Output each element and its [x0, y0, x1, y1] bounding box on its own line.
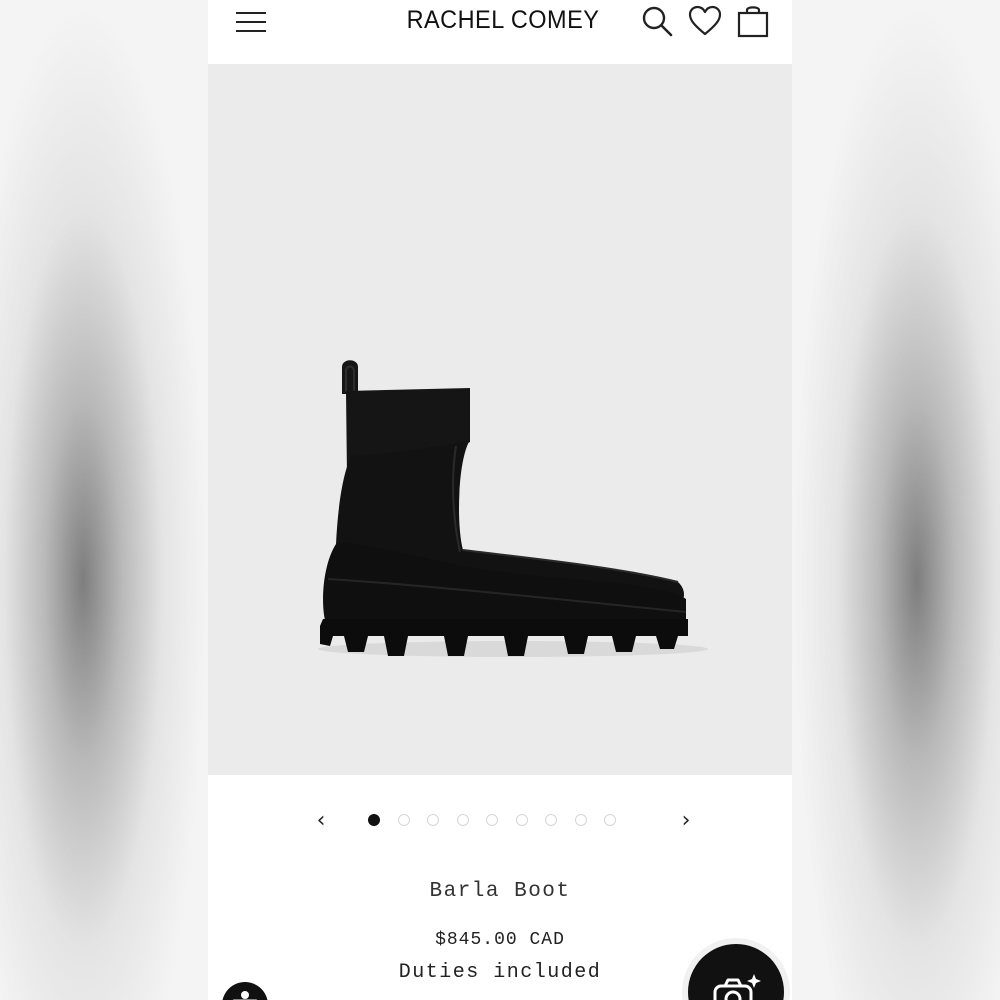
- carousel-dot[interactable]: [515, 814, 528, 826]
- heart-icon[interactable]: [688, 4, 722, 38]
- carousel-dot[interactable]: [574, 814, 587, 826]
- carousel-dots: [368, 814, 616, 830]
- hamburger-menu-icon[interactable]: [234, 8, 268, 38]
- mobile-page: RACHEL COMEY ‹ › Barla Boot $845.00 CAD …: [208, 0, 792, 1000]
- site-header: RACHEL COMEY: [208, 0, 792, 65]
- camera-sparkle-icon[interactable]: [688, 944, 784, 1000]
- image-carousel-nav: ‹ ›: [208, 800, 792, 844]
- carousel-dot[interactable]: [545, 814, 557, 826]
- brand-logo[interactable]: RACHEL COMEY: [404, 6, 601, 35]
- shopping-bag-icon[interactable]: [736, 4, 770, 38]
- chevron-left-icon[interactable]: ‹: [308, 808, 334, 834]
- product-name: Barla Boot: [429, 880, 571, 903]
- background-blur-right: [792, 0, 1000, 1000]
- boot-photo: [318, 360, 708, 657]
- chevron-right-icon[interactable]: ›: [673, 808, 699, 834]
- background-blur-left: [0, 0, 208, 1000]
- search-icon[interactable]: [640, 4, 674, 38]
- carousel-dot[interactable]: [427, 814, 439, 826]
- carousel-dot[interactable]: [456, 814, 469, 826]
- accessibility-icon[interactable]: [222, 982, 268, 1000]
- carousel-dot[interactable]: [368, 814, 380, 826]
- carousel-dot[interactable]: [486, 814, 498, 826]
- product-image[interactable]: [208, 64, 792, 775]
- carousel-dot[interactable]: [604, 814, 616, 826]
- carousel-dot[interactable]: [397, 814, 410, 826]
